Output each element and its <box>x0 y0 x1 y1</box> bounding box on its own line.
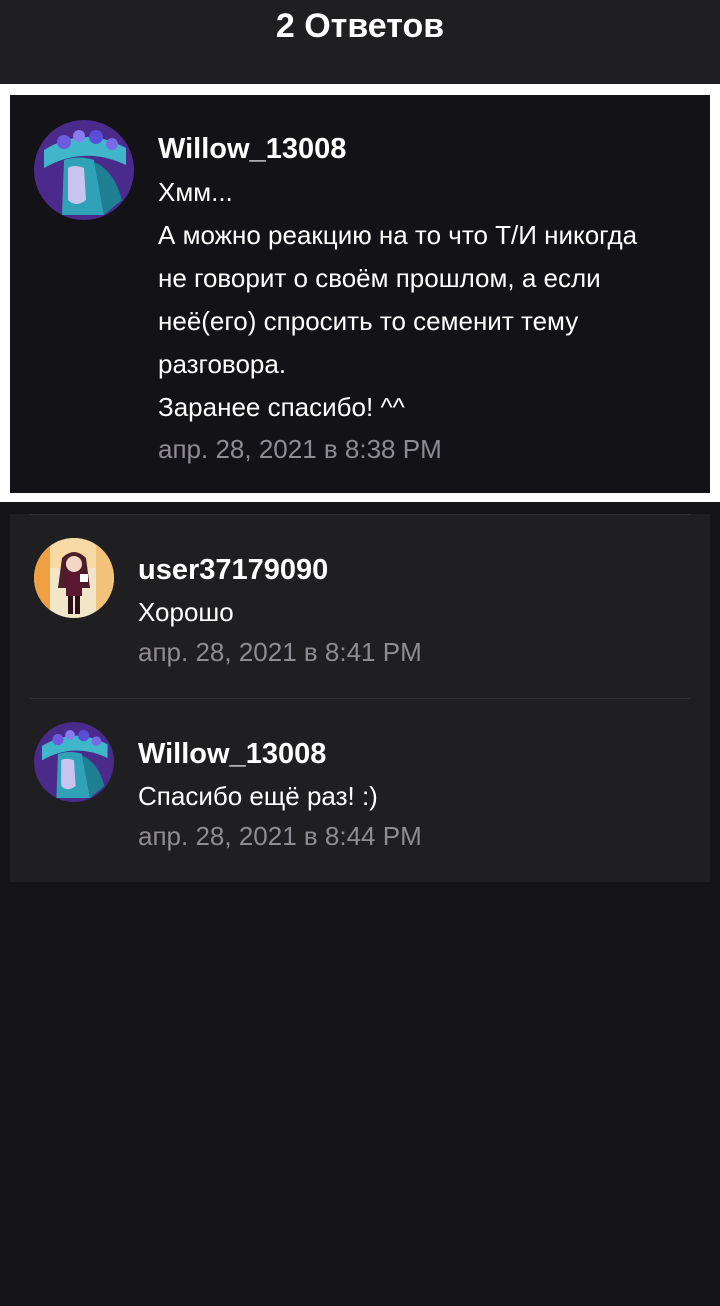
post-text-line: неё(его) спросить то семенит тему <box>158 306 579 336</box>
reply-timestamp: апр. 28, 2021 в 8:44 PM <box>138 821 422 851</box>
reply-timestamp: апр. 28, 2021 в 8:41 PM <box>138 637 422 667</box>
reply-author[interactable]: Willow_13008 <box>138 732 698 776</box>
post-timestamp: апр. 28, 2021 в 8:38 PM <box>158 434 442 464</box>
post-author[interactable]: Willow_13008 <box>158 127 708 171</box>
original-post-highlight: Willow_13008 Хмм... А можно реакцию на т… <box>0 84 720 502</box>
replies-list: user37179090 Хорошо апр. 28, 2021 в 8:41… <box>10 514 710 882</box>
original-post[interactable]: Willow_13008 Хмм... А можно реакцию на т… <box>10 95 710 493</box>
reply-item[interactable]: Willow_13008 Спасибо ещё раз! :) апр. 28… <box>10 698 710 882</box>
divider <box>30 514 690 515</box>
reply-author[interactable]: user37179090 <box>138 548 698 592</box>
post-text-line: Хмм... <box>158 177 233 207</box>
avatar-user-icon[interactable] <box>34 538 114 618</box>
post-text-line: Заранее спасибо! ^^ <box>158 392 405 422</box>
divider <box>30 698 690 699</box>
post-text-line: не говорит о своём прошлом, а если <box>158 263 601 293</box>
avatar-willow-icon[interactable] <box>34 722 114 802</box>
reply-item[interactable]: user37179090 Хорошо апр. 28, 2021 в 8:41… <box>10 514 710 698</box>
avatar-willow-icon[interactable] <box>34 120 134 220</box>
page-title: 2 Ответов <box>275 7 445 45</box>
post-text-line: разговора. <box>158 349 287 379</box>
header-bar: 2 Ответов <box>0 0 720 84</box>
original-post-body: Willow_13008 Хмм... А можно реакцию на т… <box>158 127 708 469</box>
reply-text: Хорошо <box>138 597 234 627</box>
reply-body: Willow_13008 Спасибо ещё раз! :) апр. 28… <box>138 732 698 856</box>
post-text-line: А можно реакцию на то что Т/И никогда <box>158 220 638 250</box>
reply-body: user37179090 Хорошо апр. 28, 2021 в 8:41… <box>138 548 698 672</box>
reply-text: Спасибо ещё раз! :) <box>138 781 378 811</box>
